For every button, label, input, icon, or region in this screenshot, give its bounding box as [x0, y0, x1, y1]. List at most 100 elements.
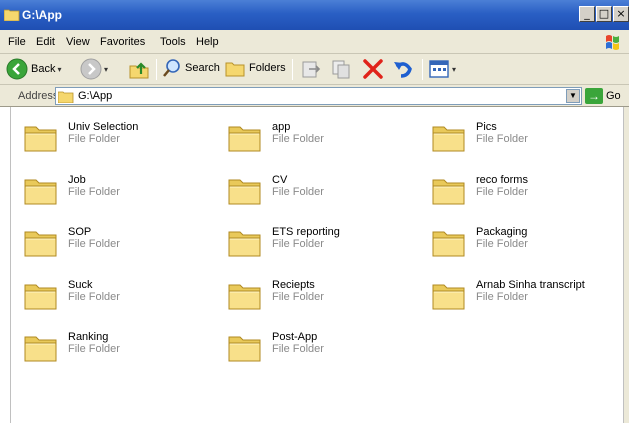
delete-button[interactable] [362, 58, 384, 80]
maximize-button[interactable]: □ [596, 6, 612, 22]
back-button[interactable]: Back ▾ [6, 58, 61, 80]
search-icon [163, 59, 180, 77]
folder-icon [4, 9, 20, 21]
go-arrow-icon: → [585, 88, 603, 104]
folder-type: File Folder [272, 186, 324, 198]
folder-icon [228, 126, 261, 152]
folder-icon [228, 231, 261, 257]
delete-x-icon [363, 59, 383, 79]
folder-item[interactable]: Suck File Folder [23, 277, 223, 321]
toolbar-separator [156, 59, 157, 80]
folder-item[interactable]: Post-App File Folder [227, 329, 427, 373]
folder-item[interactable]: SOP File Folder [23, 224, 223, 268]
forward-arrow-icon [80, 58, 102, 80]
folder-icon [24, 231, 57, 257]
menu-edit[interactable]: Edit [36, 36, 55, 48]
views-button[interactable]: ▾ [428, 58, 456, 80]
folder-name: Arnab Sinha transcript [476, 279, 585, 291]
title-bar[interactable]: G:\App _ □ × [0, 0, 629, 30]
folder-item[interactable]: Packaging File Folder [431, 224, 629, 268]
menu-view[interactable]: View [66, 36, 90, 48]
folder-icon [432, 179, 465, 205]
folder-icon [24, 179, 57, 205]
folder-type: File Folder [68, 133, 120, 145]
address-value: G:\App [78, 90, 113, 102]
menu-tools[interactable]: Tools [160, 36, 186, 48]
search-button[interactable]: Search [162, 58, 220, 78]
folder-type: File Folder [476, 238, 528, 250]
folder-type: File Folder [272, 291, 324, 303]
toolbar-separator [422, 59, 423, 80]
folder-type: File Folder [68, 238, 120, 250]
folder-icon [432, 231, 465, 257]
folder-icon [228, 336, 261, 362]
folder-icon [228, 284, 261, 310]
address-bar: Address G:\App ▼ → Go [0, 85, 629, 107]
toolbar: Back ▾ ▾ Search Folders ▾ [0, 54, 629, 85]
move-to-icon [302, 61, 321, 78]
folders-label: Folders [249, 62, 286, 74]
folder-icon [24, 284, 57, 310]
minimize-button[interactable]: _ [579, 6, 595, 22]
folder-item[interactable]: Pics File Folder [431, 119, 629, 163]
forward-button[interactable]: ▾ [80, 58, 108, 80]
folders-button[interactable]: Folders [224, 58, 286, 78]
folder-item[interactable]: CV File Folder [227, 172, 427, 216]
up-folder-icon [129, 62, 149, 79]
search-label: Search [185, 62, 220, 74]
go-button[interactable]: → Go [585, 88, 621, 104]
window-frame-edge [624, 107, 629, 423]
undo-button[interactable] [392, 58, 414, 80]
folder-item[interactable]: Reciepts File Folder [227, 277, 427, 321]
folder-name: Job [68, 174, 86, 186]
folder-name: Post-App [272, 331, 318, 343]
menu-favorites[interactable]: Favorites [100, 36, 145, 48]
undo-icon [394, 62, 412, 78]
folder-icon [228, 179, 261, 205]
folder-item[interactable]: app File Folder [227, 119, 427, 163]
forward-dropdown-icon[interactable]: ▾ [104, 65, 108, 74]
toolbar-separator [292, 59, 293, 80]
folder-type: File Folder [68, 186, 120, 198]
folder-name: ETS reporting [272, 226, 340, 238]
folder-item[interactable]: Ranking File Folder [23, 329, 223, 373]
folder-type: File Folder [272, 133, 324, 145]
folder-type: File Folder [272, 238, 324, 250]
folder-item[interactable]: Job File Folder [23, 172, 223, 216]
folder-type: File Folder [476, 133, 528, 145]
folder-item[interactable]: ETS reporting File Folder [227, 224, 427, 268]
up-folder-button[interactable] [128, 58, 150, 80]
views-dropdown-icon[interactable]: ▾ [452, 65, 456, 74]
folder-item[interactable]: Arnab Sinha transcript File Folder [431, 277, 629, 321]
folder-name: app [272, 121, 291, 133]
folder-name: Reciepts [272, 279, 315, 291]
back-dropdown-icon[interactable]: ▾ [57, 65, 61, 74]
go-label: Go [606, 90, 621, 102]
folder-type: File Folder [68, 291, 120, 303]
copy-to-button[interactable] [330, 58, 352, 80]
menu-help[interactable]: Help [196, 36, 219, 48]
folder-name: Suck [68, 279, 93, 291]
menu-file[interactable]: File [8, 36, 26, 48]
folder-item[interactable]: reco forms File Folder [431, 172, 629, 216]
window-title: G:\App [22, 8, 62, 22]
window-controls: _ □ × [579, 6, 629, 24]
menu-bar: File Edit View Favorites Tools Help [0, 30, 629, 54]
close-button[interactable]: × [613, 6, 629, 22]
folder-view[interactable]: Univ Selection File Folder app File Folder P… [10, 107, 624, 423]
folder-type: File Folder [476, 186, 528, 198]
back-arrow-icon [6, 58, 28, 80]
folder-name: CV [272, 174, 288, 186]
views-grid-icon [429, 60, 449, 78]
address-input[interactable]: G:\App ▼ [55, 87, 582, 105]
folder-type: File Folder [68, 343, 120, 355]
folder-icon [432, 284, 465, 310]
address-dropdown-icon[interactable]: ▼ [566, 89, 580, 103]
address-label: Address [18, 90, 59, 102]
folders-icon [225, 62, 245, 77]
move-to-button[interactable] [300, 58, 322, 80]
folder-item[interactable]: Univ Selection File Folder [23, 119, 223, 163]
folder-name: Pics [476, 121, 497, 133]
folder-name: Packaging [476, 226, 528, 238]
folder-name: SOP [68, 226, 92, 238]
